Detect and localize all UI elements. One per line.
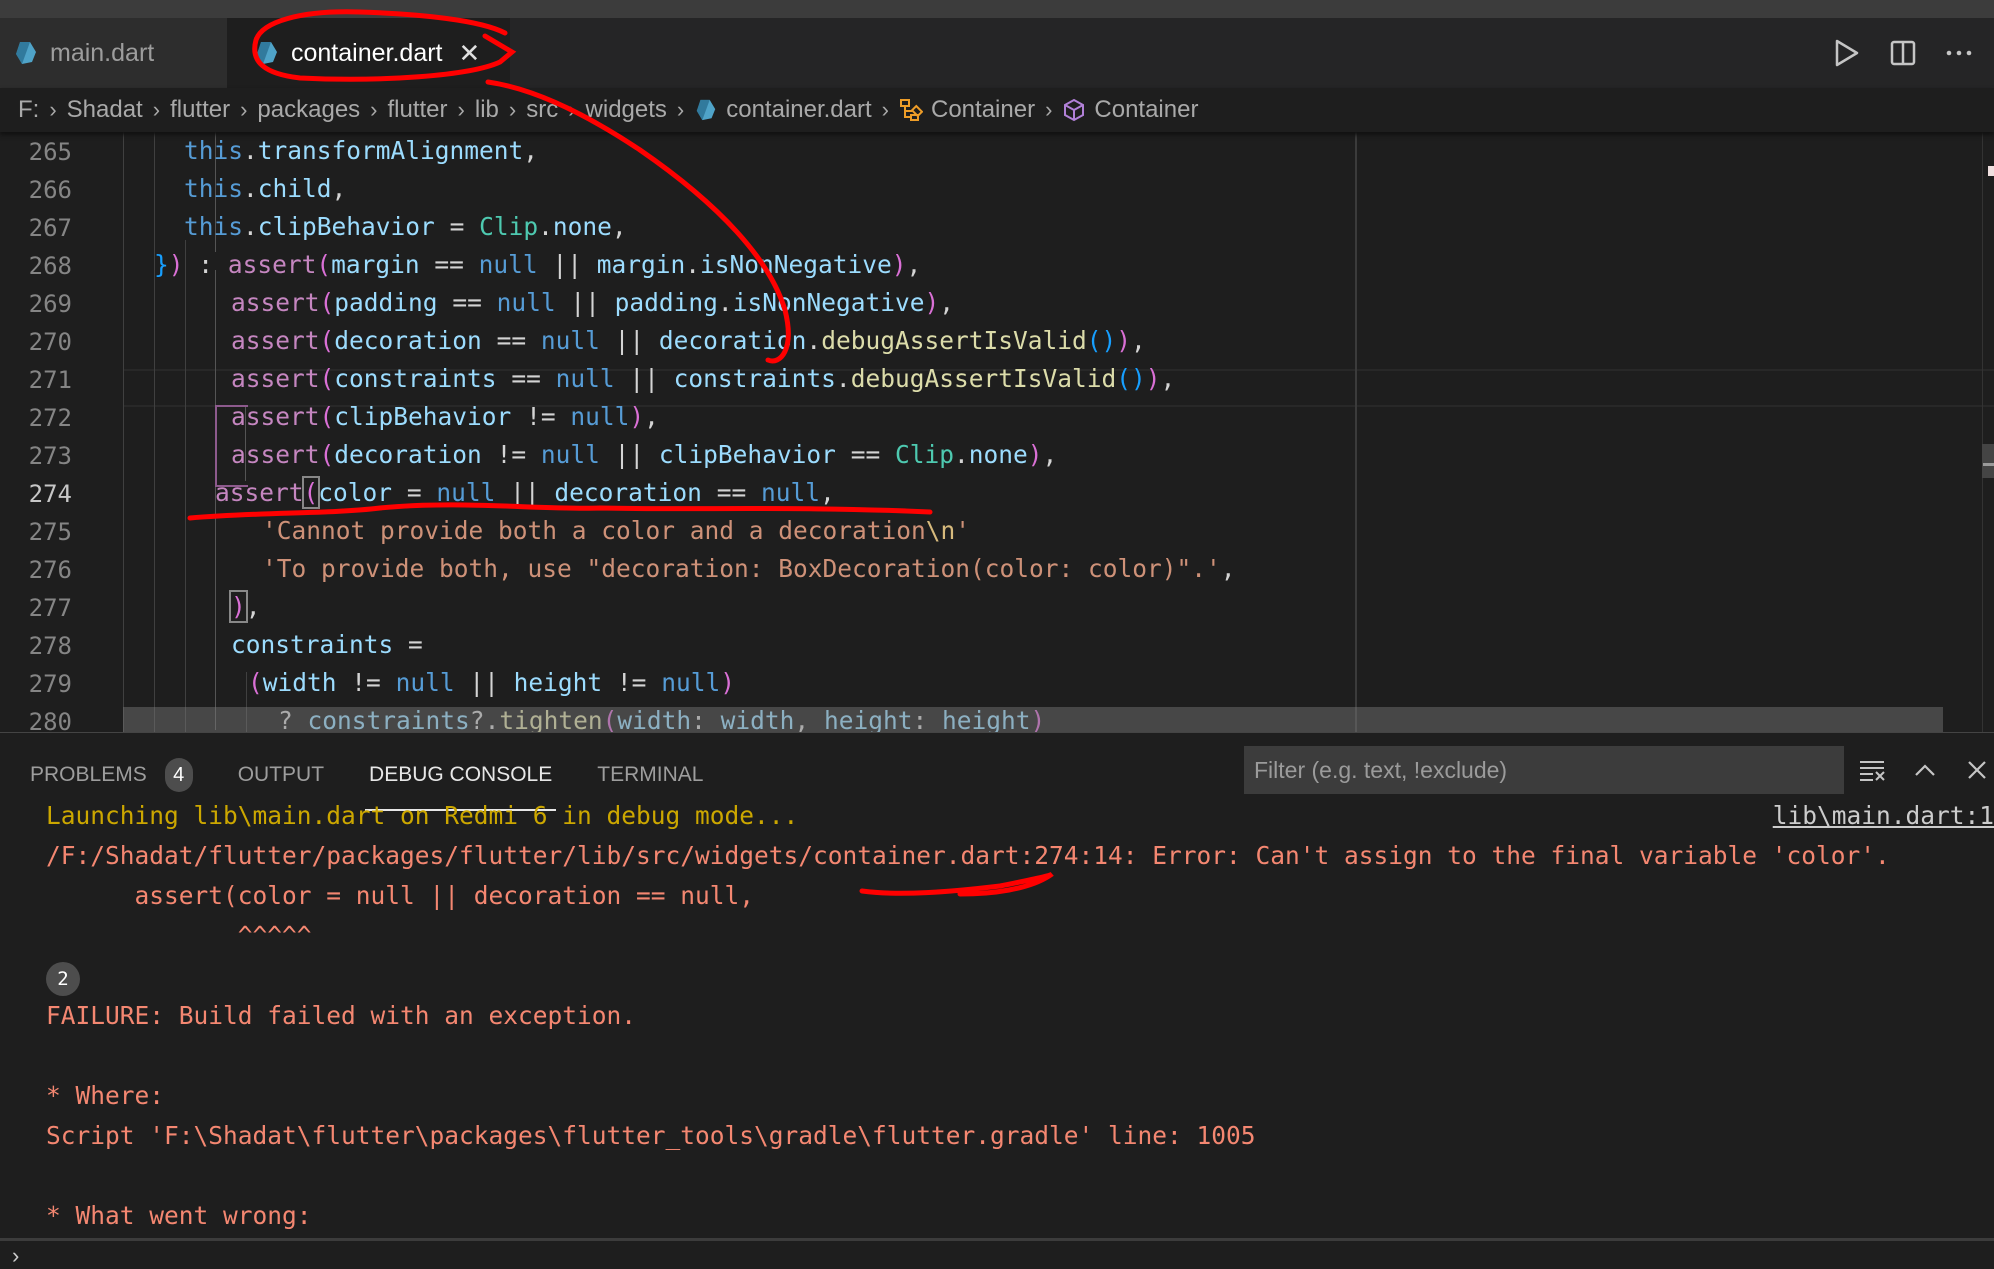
code-line: constraints = (231, 630, 423, 659)
repeat-count-badge: 2 (46, 962, 80, 996)
console-line-failure: FAILURE: Build failed with an exception. (46, 1001, 637, 1030)
breadcrumb: F: › Shadat › flutter › packages › flutt… (0, 88, 1994, 132)
tab-problems[interactable]: PROBLEMS 4 (30, 753, 193, 797)
class-symbol-icon (900, 99, 923, 121)
title-bar (0, 0, 1994, 18)
panel-tabs: PROBLEMS 4 OUTPUT DEBUG CONSOLE TERMINAL (30, 753, 748, 811)
code-line: ), (229, 590, 261, 623)
breadcrumb-item-lib[interactable]: lib (475, 96, 499, 124)
breadcrumb-separator: › (152, 97, 161, 122)
breadcrumb-separator: › (49, 97, 57, 122)
problems-count-badge: 4 (164, 758, 193, 792)
breadcrumb-item-flutter-pkg[interactable]: flutter (388, 96, 448, 124)
console-line-what-went-wrong: * What went wrong: (46, 1201, 312, 1230)
tab-label: PROBLEMS (30, 763, 147, 786)
console-line-error-caret: ^^^^^ (46, 921, 312, 950)
breadcrumb-item-flutter[interactable]: flutter (170, 96, 230, 124)
tab-label: TERMINAL (597, 763, 704, 786)
breadcrumb-item-packages[interactable]: packages (257, 96, 360, 124)
breadcrumb-item-constructor[interactable]: Container (1094, 96, 1198, 124)
breadcrumb-separator: › (676, 97, 685, 122)
split-editor-icon (1890, 40, 1916, 66)
breadcrumb-separator: › (881, 97, 889, 122)
editor-tab-bar: main.dart container.dart ✕ (0, 18, 1994, 88)
tab-label: container.dart (291, 38, 443, 67)
clear-console-icon (1860, 761, 1885, 781)
console-line-error-code: assert(color = null || decoration == nul… (46, 881, 755, 910)
split-editor-button[interactable] (1888, 38, 1918, 68)
close-icon (1968, 761, 1986, 779)
console-line-launching: Launching lib\main.dart on Redmi 6 in de… (46, 801, 799, 830)
code-line: this.clipBehavior = Clip.none, (184, 212, 627, 241)
tab-label: OUTPUT (237, 763, 325, 786)
console-line-where: * Where: (46, 1081, 165, 1110)
code-line: this.child, (184, 174, 347, 203)
code-line: 'Cannot provide both a color and a decor… (262, 516, 971, 545)
console-line-error-path[interactable]: /F:/Shadat/flutter/packages/flutter/lib/… (46, 841, 1890, 870)
dart-file-icon (257, 42, 277, 64)
tab-output[interactable]: OUTPUT (238, 753, 324, 797)
more-actions-button[interactable] (1944, 38, 1974, 68)
code-lines: this.transformAlignment, this.child, this.… (0, 132, 1994, 732)
tab-container-dart[interactable]: container.dart ✕ (227, 18, 510, 88)
breadcrumb-separator: › (370, 97, 378, 122)
code-line: 'To provide both, use "decoration: BoxDe… (262, 554, 1236, 583)
tab-main-dart[interactable]: main.dart (0, 18, 227, 88)
code-line: (width != null || height != null) (248, 668, 735, 697)
panel-actions (1858, 746, 1992, 794)
method-symbol-icon (1064, 98, 1085, 122)
dart-file-icon (697, 99, 716, 121)
console-line-where-detail: Script 'F:\Shadat\flutter\packages\flutt… (46, 1121, 1256, 1150)
breadcrumb-item-widgets[interactable]: widgets (586, 96, 667, 124)
more-actions-icon (1946, 50, 1972, 56)
console-prompt-icon: › (12, 1243, 20, 1268)
breadcrumb-separator: › (508, 97, 517, 122)
close-panel-button[interactable] (1962, 755, 1992, 785)
breadcrumb-item-class[interactable]: Container (931, 96, 1035, 124)
code-line: assert(color = null || decoration == nul… (215, 476, 835, 509)
run-icon (1835, 39, 1859, 67)
breadcrumb-item-drive[interactable]: F: (18, 96, 39, 124)
maximize-panel-button[interactable] (1910, 755, 1940, 785)
code-line: assert(clipBehavior != null), (231, 402, 659, 431)
console-filter-input[interactable] (1244, 746, 1844, 794)
editor-actions (1832, 18, 1994, 88)
vertical-scrollbar[interactable] (1982, 132, 1983, 732)
code-editor[interactable]: 265 266 267 268 269 270 271 272 273 274 … (0, 132, 1994, 732)
horizontal-scrollbar[interactable] (123, 707, 1943, 732)
tab-debug-console[interactable]: DEBUG CONSOLE (365, 753, 557, 811)
code-line: assert(decoration != null || clipBehavio… (231, 440, 1058, 469)
code-line: assert(decoration == null || decoration.… (231, 326, 1146, 355)
code-line: }) : assert(margin == null || margin.isN… (154, 250, 922, 279)
run-button[interactable] (1832, 38, 1862, 68)
overview-ruler-cursor (1983, 463, 1994, 466)
breadcrumb-item-src[interactable]: src (526, 96, 558, 124)
tab-terminal[interactable]: TERMINAL (597, 753, 703, 797)
overview-ruler-marker (1988, 166, 1994, 176)
console-source-link[interactable]: lib\main.dart:1 (1773, 801, 1994, 830)
chevron-up-icon (1915, 764, 1935, 776)
close-tab-icon[interactable]: ✕ (459, 38, 481, 69)
overview-ruler-slider[interactable] (1982, 444, 1994, 478)
breadcrumb-separator: › (568, 97, 576, 122)
breadcrumb-separator: › (1045, 97, 1053, 122)
breadcrumb-item-file[interactable]: container.dart (726, 96, 871, 124)
code-line: assert(padding == null || padding.isNonN… (231, 288, 954, 317)
tab-label: main.dart (50, 38, 155, 67)
breadcrumb-item-shadat[interactable]: Shadat (67, 96, 143, 124)
dart-file-icon (16, 42, 36, 64)
bottom-panel: PROBLEMS 4 OUTPUT DEBUG CONSOLE TERMINAL… (0, 732, 1994, 1268)
code-line: this.transformAlignment, (184, 136, 539, 165)
clear-console-button[interactable] (1858, 755, 1888, 785)
breadcrumb-separator: › (457, 97, 465, 122)
code-line: assert(constraints == null || constraint… (231, 364, 1176, 393)
breadcrumb-separator: › (240, 97, 248, 122)
tab-label: DEBUG CONSOLE (369, 763, 553, 786)
